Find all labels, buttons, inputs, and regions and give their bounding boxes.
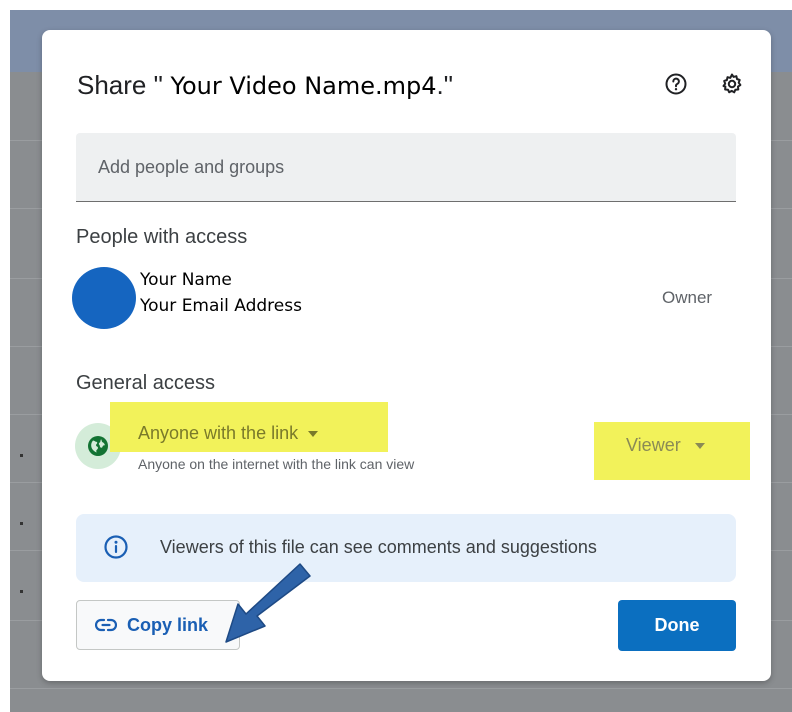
people-with-access-heading: People with access <box>76 226 248 248</box>
avatar <box>72 267 136 329</box>
info-banner: Viewers of this file can see comments an… <box>76 514 736 582</box>
backdrop-line <box>10 688 792 689</box>
general-access-heading: General access <box>76 372 215 394</box>
share-dialog: Share " Your Video Name.mp4." People wit… <box>42 30 771 681</box>
chevron-down-icon <box>308 430 319 437</box>
info-icon <box>104 535 128 559</box>
link-icon <box>95 618 117 632</box>
backdrop-tick <box>20 454 23 457</box>
info-text: Viewers of this file can see comments an… <box>160 537 597 557</box>
backdrop-tick <box>20 590 23 593</box>
add-people-input[interactable] <box>76 133 736 202</box>
link-access-label: Anyone with the link <box>138 423 299 443</box>
link-access-dropdown[interactable]: Anyone with the link <box>138 423 319 444</box>
gear-icon[interactable] <box>718 70 746 98</box>
done-label: Done <box>654 615 700 635</box>
dialog-title: Share " Your Video Name.mp4." <box>77 70 453 101</box>
person-name: Your Name <box>140 270 232 290</box>
annotation-arrow-icon <box>225 563 311 643</box>
done-button[interactable]: Done <box>618 600 736 651</box>
title-prefix: Share " <box>77 70 163 100</box>
link-access-description: Anyone on the internet with the link can… <box>138 456 415 472</box>
chevron-down-icon <box>694 442 705 449</box>
backdrop-tick <box>20 522 23 525</box>
link-role-dropdown[interactable]: Viewer <box>626 435 705 456</box>
person-email: Your Email Address <box>140 296 302 316</box>
title-filename: Your Video Name.mp4 <box>162 72 437 100</box>
copy-link-label: Copy link <box>127 614 209 635</box>
help-circle-icon[interactable] <box>662 70 690 98</box>
person-role: Owner <box>662 288 713 307</box>
title-suffix: ." <box>436 70 453 100</box>
link-role-label: Viewer <box>626 435 681 455</box>
